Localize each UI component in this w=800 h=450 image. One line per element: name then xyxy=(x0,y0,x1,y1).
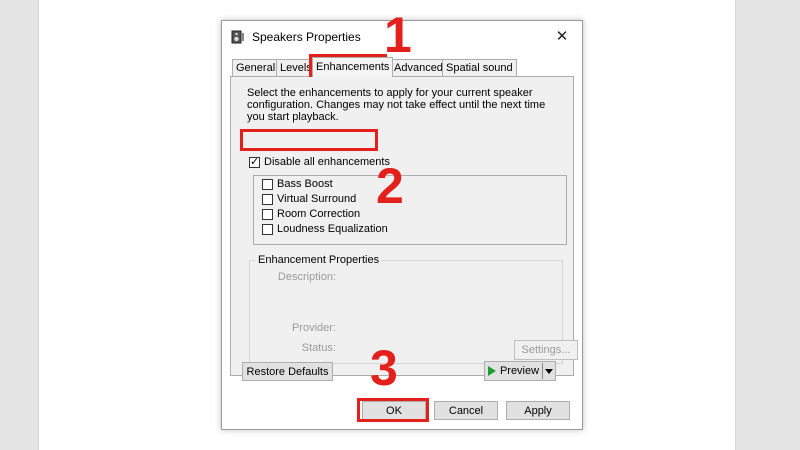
step-number-3: 3 xyxy=(370,340,398,396)
restore-defaults-button[interactable]: Restore Defaults xyxy=(242,362,333,381)
enhancement-properties-title: Enhancement Properties xyxy=(256,254,382,266)
play-icon xyxy=(487,366,496,376)
status-label: Status: xyxy=(301,342,336,354)
dialog-title: Speakers Properties xyxy=(252,30,361,44)
settings-button[interactable]: Settings... xyxy=(514,340,578,360)
speaker-icon xyxy=(231,30,244,44)
step-number-2: 2 xyxy=(376,158,404,214)
preview-label: Preview xyxy=(499,365,540,377)
preview-dropdown-button[interactable] xyxy=(543,362,555,380)
close-icon: ✕ xyxy=(555,28,569,45)
tab-general[interactable]: General xyxy=(232,59,280,76)
highlight-disable-all xyxy=(240,129,378,151)
instructions-text: Select the enhancements to apply for you… xyxy=(247,87,546,123)
cancel-button[interactable]: Cancel xyxy=(434,401,498,420)
tab-spatial-sound[interactable]: Spatial sound xyxy=(442,59,517,76)
enhancements-list: Bass Boost Virtual Surround Room Correct… xyxy=(253,175,567,245)
virtual-surround-label: Virtual Surround xyxy=(277,193,357,205)
disable-all-enhancements-option[interactable]: Disable all enhancements xyxy=(249,155,390,168)
enhancements-panel: Select the enhancements to apply for you… xyxy=(230,76,578,376)
apply-button[interactable]: Apply xyxy=(506,401,570,420)
enhancement-properties-group: Enhancement Properties Description: Prov… xyxy=(249,254,578,364)
provider-label: Provider: xyxy=(291,322,336,334)
disable-all-checkbox[interactable] xyxy=(249,155,260,168)
room-correction-checkbox[interactable] xyxy=(262,208,273,220)
loudness-equalization-label: Loudness Equalization xyxy=(277,223,388,235)
virtual-surround-checkbox[interactable] xyxy=(262,193,273,205)
highlight-ok-button xyxy=(357,398,429,422)
loudness-equalization-checkbox[interactable] xyxy=(262,223,273,235)
left-margin xyxy=(0,0,39,450)
disable-all-label: Disable all enhancements xyxy=(264,156,390,168)
room-correction-label: Room Correction xyxy=(277,208,361,220)
bass-boost-label: Bass Boost xyxy=(277,178,333,190)
chevron-down-icon xyxy=(545,368,553,374)
enhancement-item-virtual-surround[interactable]: Virtual Surround xyxy=(262,193,356,205)
enhancement-item-bass-boost[interactable]: Bass Boost xyxy=(262,178,333,190)
enhancement-item-loudness-equalization[interactable]: Loudness Equalization xyxy=(262,223,388,235)
enhancement-item-room-correction[interactable]: Room Correction xyxy=(262,208,360,220)
right-margin xyxy=(735,0,800,450)
description-label: Description: xyxy=(277,271,336,283)
close-button[interactable]: ✕ xyxy=(542,21,582,51)
preview-split-button: Preview xyxy=(484,361,556,381)
tab-enhancements[interactable]: Enhancements xyxy=(312,57,394,77)
bass-boost-checkbox[interactable] xyxy=(262,178,273,190)
step-number-1: 1 xyxy=(384,7,412,63)
preview-button[interactable]: Preview xyxy=(485,362,542,380)
